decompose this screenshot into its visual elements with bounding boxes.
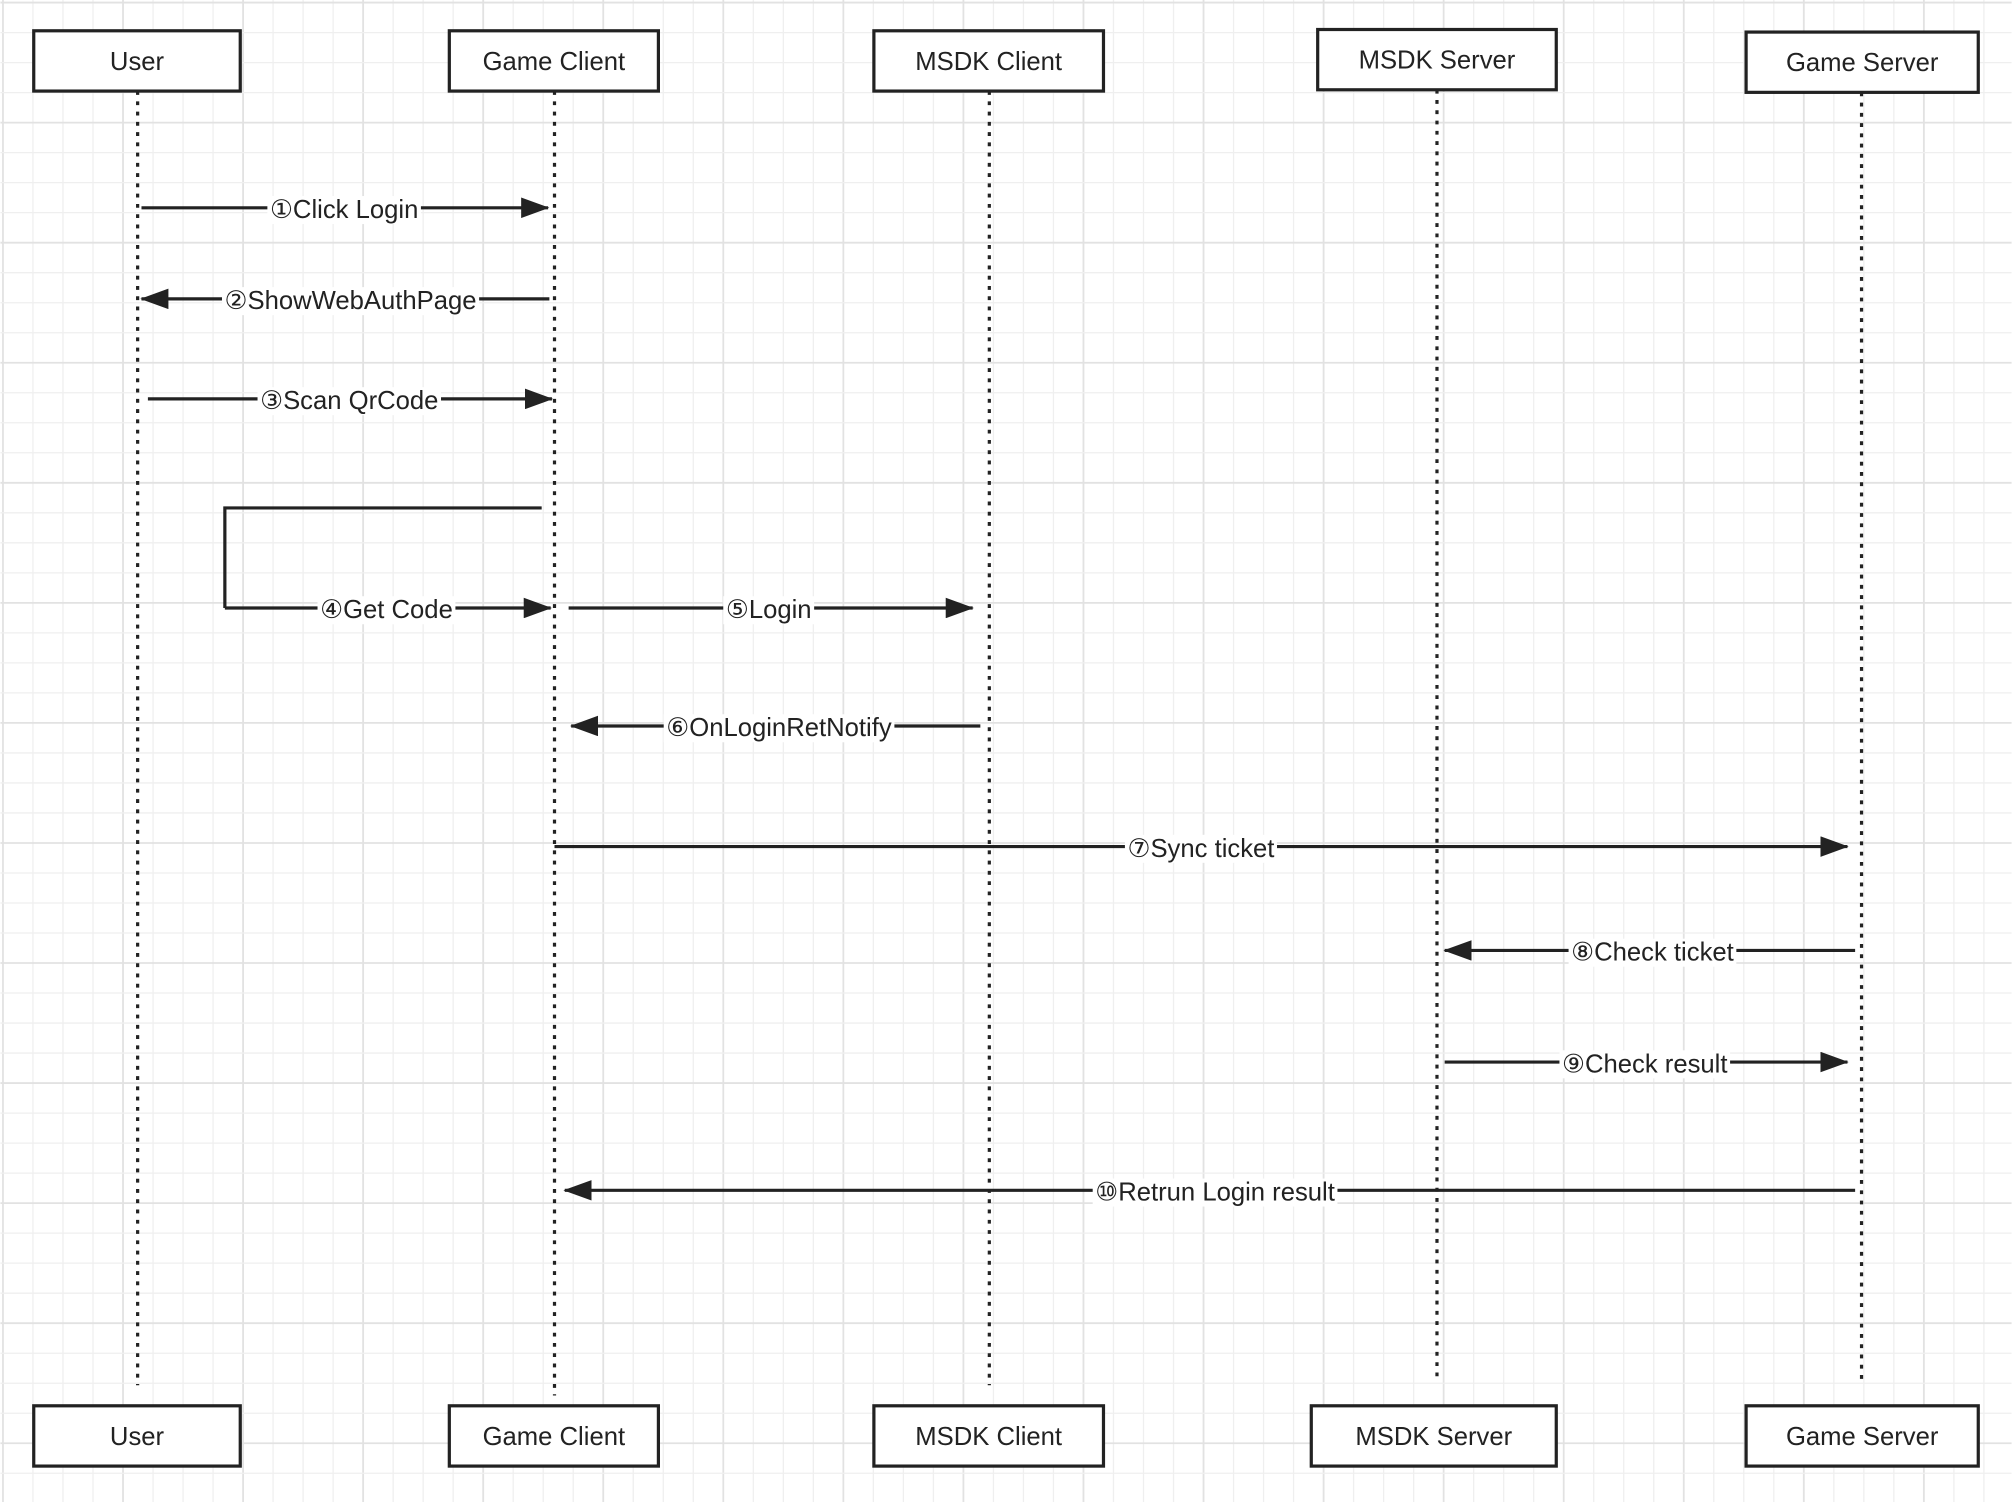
message-label: ②ShowWebAuthPage — [225, 287, 477, 315]
message-label: ①Click Login — [270, 196, 418, 224]
participant-game-server-top[interactable]: Game Server — [1744, 30, 1980, 94]
participant-game-server-bottom[interactable]: Game Server — [1744, 1404, 1980, 1468]
message-label: ④Get Code — [320, 596, 453, 624]
participant-label: MSDK Server — [1355, 1423, 1512, 1451]
message-label: ⑥OnLoginRetNotify — [666, 714, 892, 742]
participant-user-bottom[interactable]: User — [32, 1404, 242, 1468]
participant-label: MSDK Server — [1359, 47, 1516, 75]
message-label: ⑨Check result — [1562, 1050, 1728, 1078]
participant-game-client-bottom[interactable]: Game Client — [447, 1404, 661, 1468]
participant-label: Game Server — [1786, 1423, 1939, 1451]
participant-label: Game Server — [1786, 49, 1939, 77]
participant-msdk-client-top[interactable]: MSDK Client — [872, 29, 1106, 93]
message-label: ⑧Check ticket — [1571, 939, 1734, 967]
participant-game-client-top[interactable]: Game Client — [447, 29, 661, 93]
canvas-background — [0, 0, 2012, 1502]
participant-label: MSDK Client — [915, 48, 1062, 76]
participant-msdk-server-bottom[interactable]: MSDK Server — [1309, 1404, 1558, 1468]
participant-label: Game Client — [483, 1423, 626, 1451]
message-label: ③Scan QrCode — [260, 387, 438, 415]
message-label: ⑦Sync ticket — [1127, 835, 1274, 863]
message-label: ⑩Retrun Login result — [1095, 1179, 1335, 1207]
participant-label: Game Client — [483, 48, 626, 76]
participant-label: MSDK Client — [915, 1423, 1062, 1451]
participant-label: User — [110, 1423, 165, 1451]
participant-label: User — [110, 48, 165, 76]
background-grid — [0, 0, 2012, 1502]
participant-msdk-server-top[interactable]: MSDK Server — [1316, 27, 1558, 92]
participant-msdk-client-bottom[interactable]: MSDK Client — [872, 1404, 1106, 1468]
sequence-diagram-canvas: ①Click Login ②ShowWebAuthPage ③Scan QrCode… — [0, 0, 2012, 1502]
participant-user-top[interactable]: User — [32, 29, 242, 93]
message-label: ⑤Login — [726, 596, 812, 624]
sequence-diagram: ①Click Login ②ShowWebAuthPage ③Scan QrCode… — [0, 0, 2012, 1502]
